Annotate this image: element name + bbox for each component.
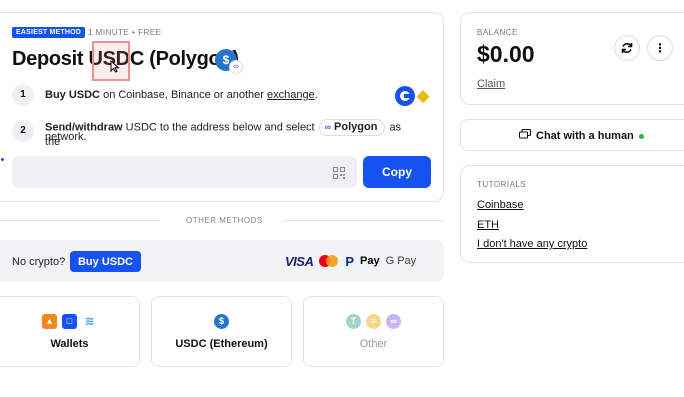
deposit-address-field[interactable] [12,156,357,188]
divider-left [0,220,160,221]
step-2-text: Send/withdraw USDC to the address below … [45,119,402,148]
other-methods-label: OTHER METHODS [186,216,263,225]
chat-button-content[interactable]: Chat with a human [518,128,644,143]
online-status-dot [638,133,644,139]
google-pay-logo-icon: G Pay [385,255,417,267]
step-2-number: 2 [12,120,34,142]
exchange-link[interactable]: exchange [267,89,315,101]
walletconnect-icon: ≋ [84,314,95,328]
mouse-cursor-icon [110,59,120,75]
time-fee-meta: 1 MINUTE • FREE [88,28,162,37]
other-icons: T ≡ ∞ [304,314,443,329]
wallet-icons: ▲ □ ≋ [0,314,139,329]
usdc-ethereum-icons: $ [152,314,291,329]
tutorial-link-eth[interactable]: ETH [477,219,499,231]
balance-value: $0.00 [477,41,535,67]
wallets-method-card[interactable]: ▲ □ ≋ Wallets [0,296,140,367]
buy-usdc-button[interactable]: Buy USDC [70,251,141,272]
apple-pay-logo-icon: Pay [360,255,380,267]
other-label: Other [359,338,388,350]
tutorial-link-no-crypto[interactable]: I don't have any crypto [477,238,587,250]
visa-logo-icon: VISA [285,253,314,269]
tutorials-label: TUTORIALS [477,180,527,189]
more-vertical-icon: ⋮ [654,41,666,55]
copy-button[interactable]: Copy [363,156,431,188]
tether-icon: T [346,314,361,329]
metamask-icon: ▲ [42,314,57,329]
step-1-text: Buy USDC on Coinbase, Binance or another… [45,89,318,101]
refresh-icon [621,43,633,53]
dai-icon: ≡ [366,314,381,329]
indicator-dot [1,158,4,161]
chat-icon [518,128,532,143]
chat-label: Chat with a human [536,130,634,142]
qr-code-icon[interactable] [333,166,345,179]
binance-logo-icon: ◆ [416,86,430,105]
polygon-network-pill: ∞ Polygon [318,119,386,136]
payment-logos: VISA P Pay G Pay [285,253,416,269]
usdc-ethereum-method-card[interactable]: $ USDC (Ethereum) [151,296,292,367]
refresh-button[interactable] [614,35,640,61]
polygon-icon: ∞ [324,122,332,132]
mastercard-logo-icon [319,255,339,267]
wallets-label: Wallets [50,338,89,350]
usdc-ethereum-label: USDC (Ethereum) [175,338,268,350]
balance-label: BALANCE [477,28,518,37]
more-options-button[interactable]: ⋮ [647,35,673,61]
coinbase-logo-icon [395,86,415,106]
polygon-badge-icon: ∞ [229,60,243,74]
tutorial-link-coinbase[interactable]: Coinbase [477,199,523,211]
other-method-card[interactable]: T ≡ ∞ Other [303,296,444,367]
claim-link[interactable]: Claim [477,78,505,90]
usdc-icon: $ [214,314,229,329]
divider-right [283,220,444,221]
polygon-icon: ∞ [386,314,401,329]
no-crypto-label: No crypto? [12,256,66,268]
paypal-logo-icon: P [345,253,355,269]
step-1-number: 1 [12,84,34,106]
coinbase-wallet-icon: □ [62,314,77,329]
easiest-method-badge: EASIEST METHOD [12,27,86,38]
step-2-text-line2: network. [45,131,87,143]
